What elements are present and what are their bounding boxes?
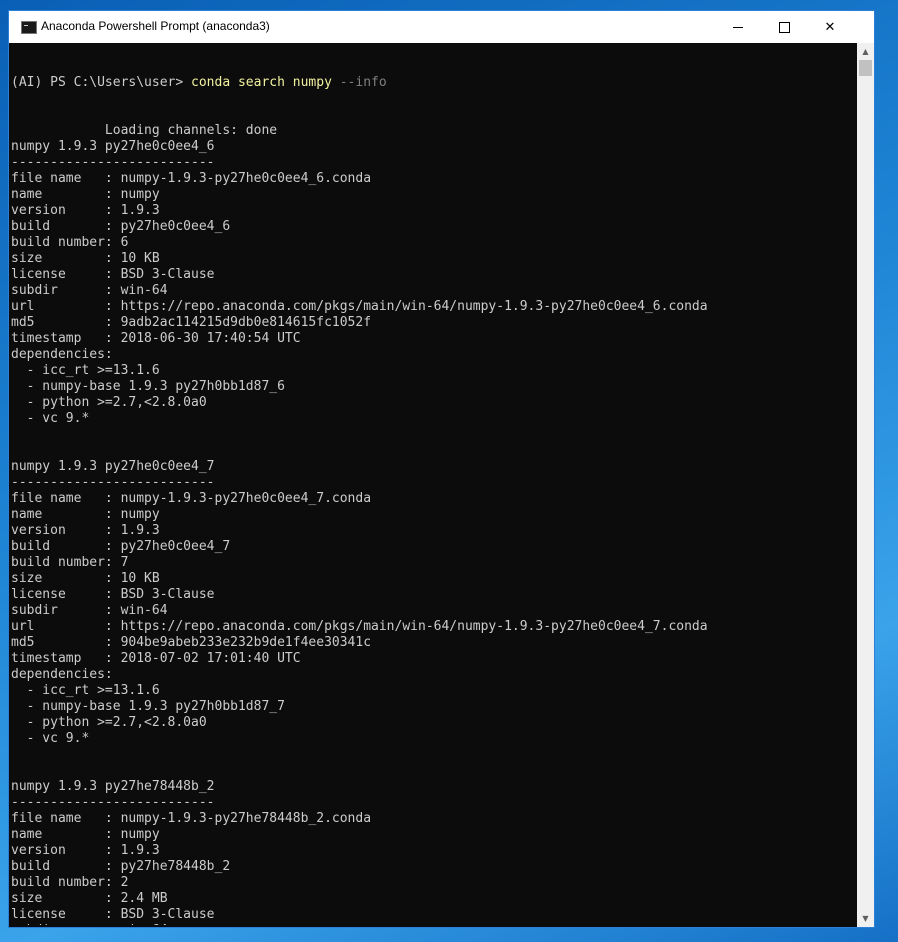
output-line: version : 1.9.3 bbox=[11, 203, 160, 218]
terminal-window[interactable]: Anaconda Powershell Prompt (anaconda3) ✕… bbox=[8, 10, 875, 928]
scroll-down-icon: ▼ bbox=[862, 914, 869, 923]
vertical-scrollbar[interactable]: ▲ ▼ bbox=[857, 43, 874, 927]
output-line: build : py27he0c0ee4_6 bbox=[11, 219, 231, 234]
output-line: md5 : 904be9abeb233e232b9de1f4ee30341c bbox=[11, 635, 372, 650]
close-button[interactable]: ✕ bbox=[807, 11, 853, 43]
output-line: numpy 1.9.3 py27he0c0ee4_6 bbox=[11, 139, 215, 154]
output-line: subdir : win-64 bbox=[11, 283, 168, 298]
output-line: numpy 1.9.3 py27he78448b_2 bbox=[11, 779, 215, 794]
output-line: url : https://repo.anaconda.com/pkgs/mai… bbox=[11, 299, 708, 314]
maximize-button[interactable] bbox=[761, 11, 807, 43]
output-line: Loading channels: done bbox=[11, 123, 278, 138]
output-line: md5 : 9adb2ac114215d9db0e814615fc1052f bbox=[11, 315, 372, 330]
prompt-command: conda search numpy bbox=[191, 75, 332, 90]
output-line: - vc 9.* bbox=[11, 731, 90, 746]
scroll-thumb[interactable] bbox=[859, 60, 872, 76]
title-bar[interactable]: Anaconda Powershell Prompt (anaconda3) ✕ bbox=[9, 11, 874, 43]
terminal-app-icon bbox=[21, 21, 37, 34]
output-line: build number: 2 bbox=[11, 875, 129, 890]
scroll-up-button[interactable]: ▲ bbox=[857, 43, 874, 60]
output-line: version : 1.9.3 bbox=[11, 523, 160, 538]
output-line: file name : numpy-1.9.3-py27he78448b_2.c… bbox=[11, 811, 372, 826]
output-line: build : py27he78448b_2 bbox=[11, 859, 231, 874]
output-line: size : 2.4 MB bbox=[11, 891, 168, 906]
output-line: -------------------------- bbox=[11, 475, 215, 490]
window-title: Anaconda Powershell Prompt (anaconda3) bbox=[41, 19, 270, 33]
output-line: -------------------------- bbox=[11, 155, 215, 170]
output-line: - vc 9.* bbox=[11, 411, 90, 426]
output-line: license : BSD 3-Clause bbox=[11, 587, 215, 602]
output-line: build : py27he0c0ee4_7 bbox=[11, 539, 231, 554]
output-line: version : 1.9.3 bbox=[11, 843, 160, 858]
prompt-flag: --info bbox=[331, 75, 387, 90]
output-line: license : BSD 3-Clause bbox=[11, 267, 215, 282]
terminal-output[interactable]: (AI) PS C:\Users\user> conda search nump… bbox=[11, 43, 857, 925]
output-line: size : 10 KB bbox=[11, 251, 160, 266]
output-line: name : numpy bbox=[11, 827, 160, 842]
maximize-icon bbox=[778, 21, 790, 33]
scroll-up-icon: ▲ bbox=[862, 47, 869, 56]
minimize-icon bbox=[733, 26, 743, 28]
output-line: name : numpy bbox=[11, 507, 160, 522]
scroll-down-button[interactable]: ▼ bbox=[857, 910, 874, 927]
prompt-line: (AI) PS C:\Users\user> conda search nump… bbox=[11, 75, 857, 91]
output-line: license : BSD 3-Clause bbox=[11, 907, 215, 922]
output-line: timestamp : 2018-06-30 17:40:54 UTC bbox=[11, 331, 301, 346]
output-line: file name : numpy-1.9.3-py27he0c0ee4_7.c… bbox=[11, 491, 372, 506]
output-line: - numpy-base 1.9.3 py27h0bb1d87_7 bbox=[11, 699, 285, 714]
output-line: subdir : win-64 bbox=[11, 923, 857, 925]
output-line: url : https://repo.anaconda.com/pkgs/mai… bbox=[11, 619, 708, 634]
output-line: dependencies: bbox=[11, 667, 113, 682]
output-line: - numpy-base 1.9.3 py27h0bb1d87_6 bbox=[11, 379, 285, 394]
output-line: timestamp : 2018-07-02 17:01:40 UTC bbox=[11, 651, 301, 666]
output-line: -------------------------- bbox=[11, 795, 215, 810]
output-line: - python >=2.7,<2.8.0a0 bbox=[11, 715, 207, 730]
close-icon: ✕ bbox=[824, 19, 836, 35]
output-line: file name : numpy-1.9.3-py27he0c0ee4_6.c… bbox=[11, 171, 372, 186]
output-line: subdir : win-64 bbox=[11, 603, 168, 618]
output-line: numpy 1.9.3 py27he0c0ee4_7 bbox=[11, 459, 215, 474]
prompt-prefix: (AI) PS C:\Users\user> bbox=[11, 75, 192, 90]
output-line: - icc_rt >=13.1.6 bbox=[11, 363, 160, 378]
output-line: - python >=2.7,<2.8.0a0 bbox=[11, 395, 207, 410]
output-line: name : numpy bbox=[11, 187, 160, 202]
output-line: dependencies: bbox=[11, 347, 113, 362]
output-line: size : 10 KB bbox=[11, 571, 160, 586]
output-line: build number: 7 bbox=[11, 555, 129, 570]
output-line: - icc_rt >=13.1.6 bbox=[11, 683, 160, 698]
minimize-button[interactable] bbox=[715, 11, 761, 43]
output-line: build number: 6 bbox=[11, 235, 129, 250]
